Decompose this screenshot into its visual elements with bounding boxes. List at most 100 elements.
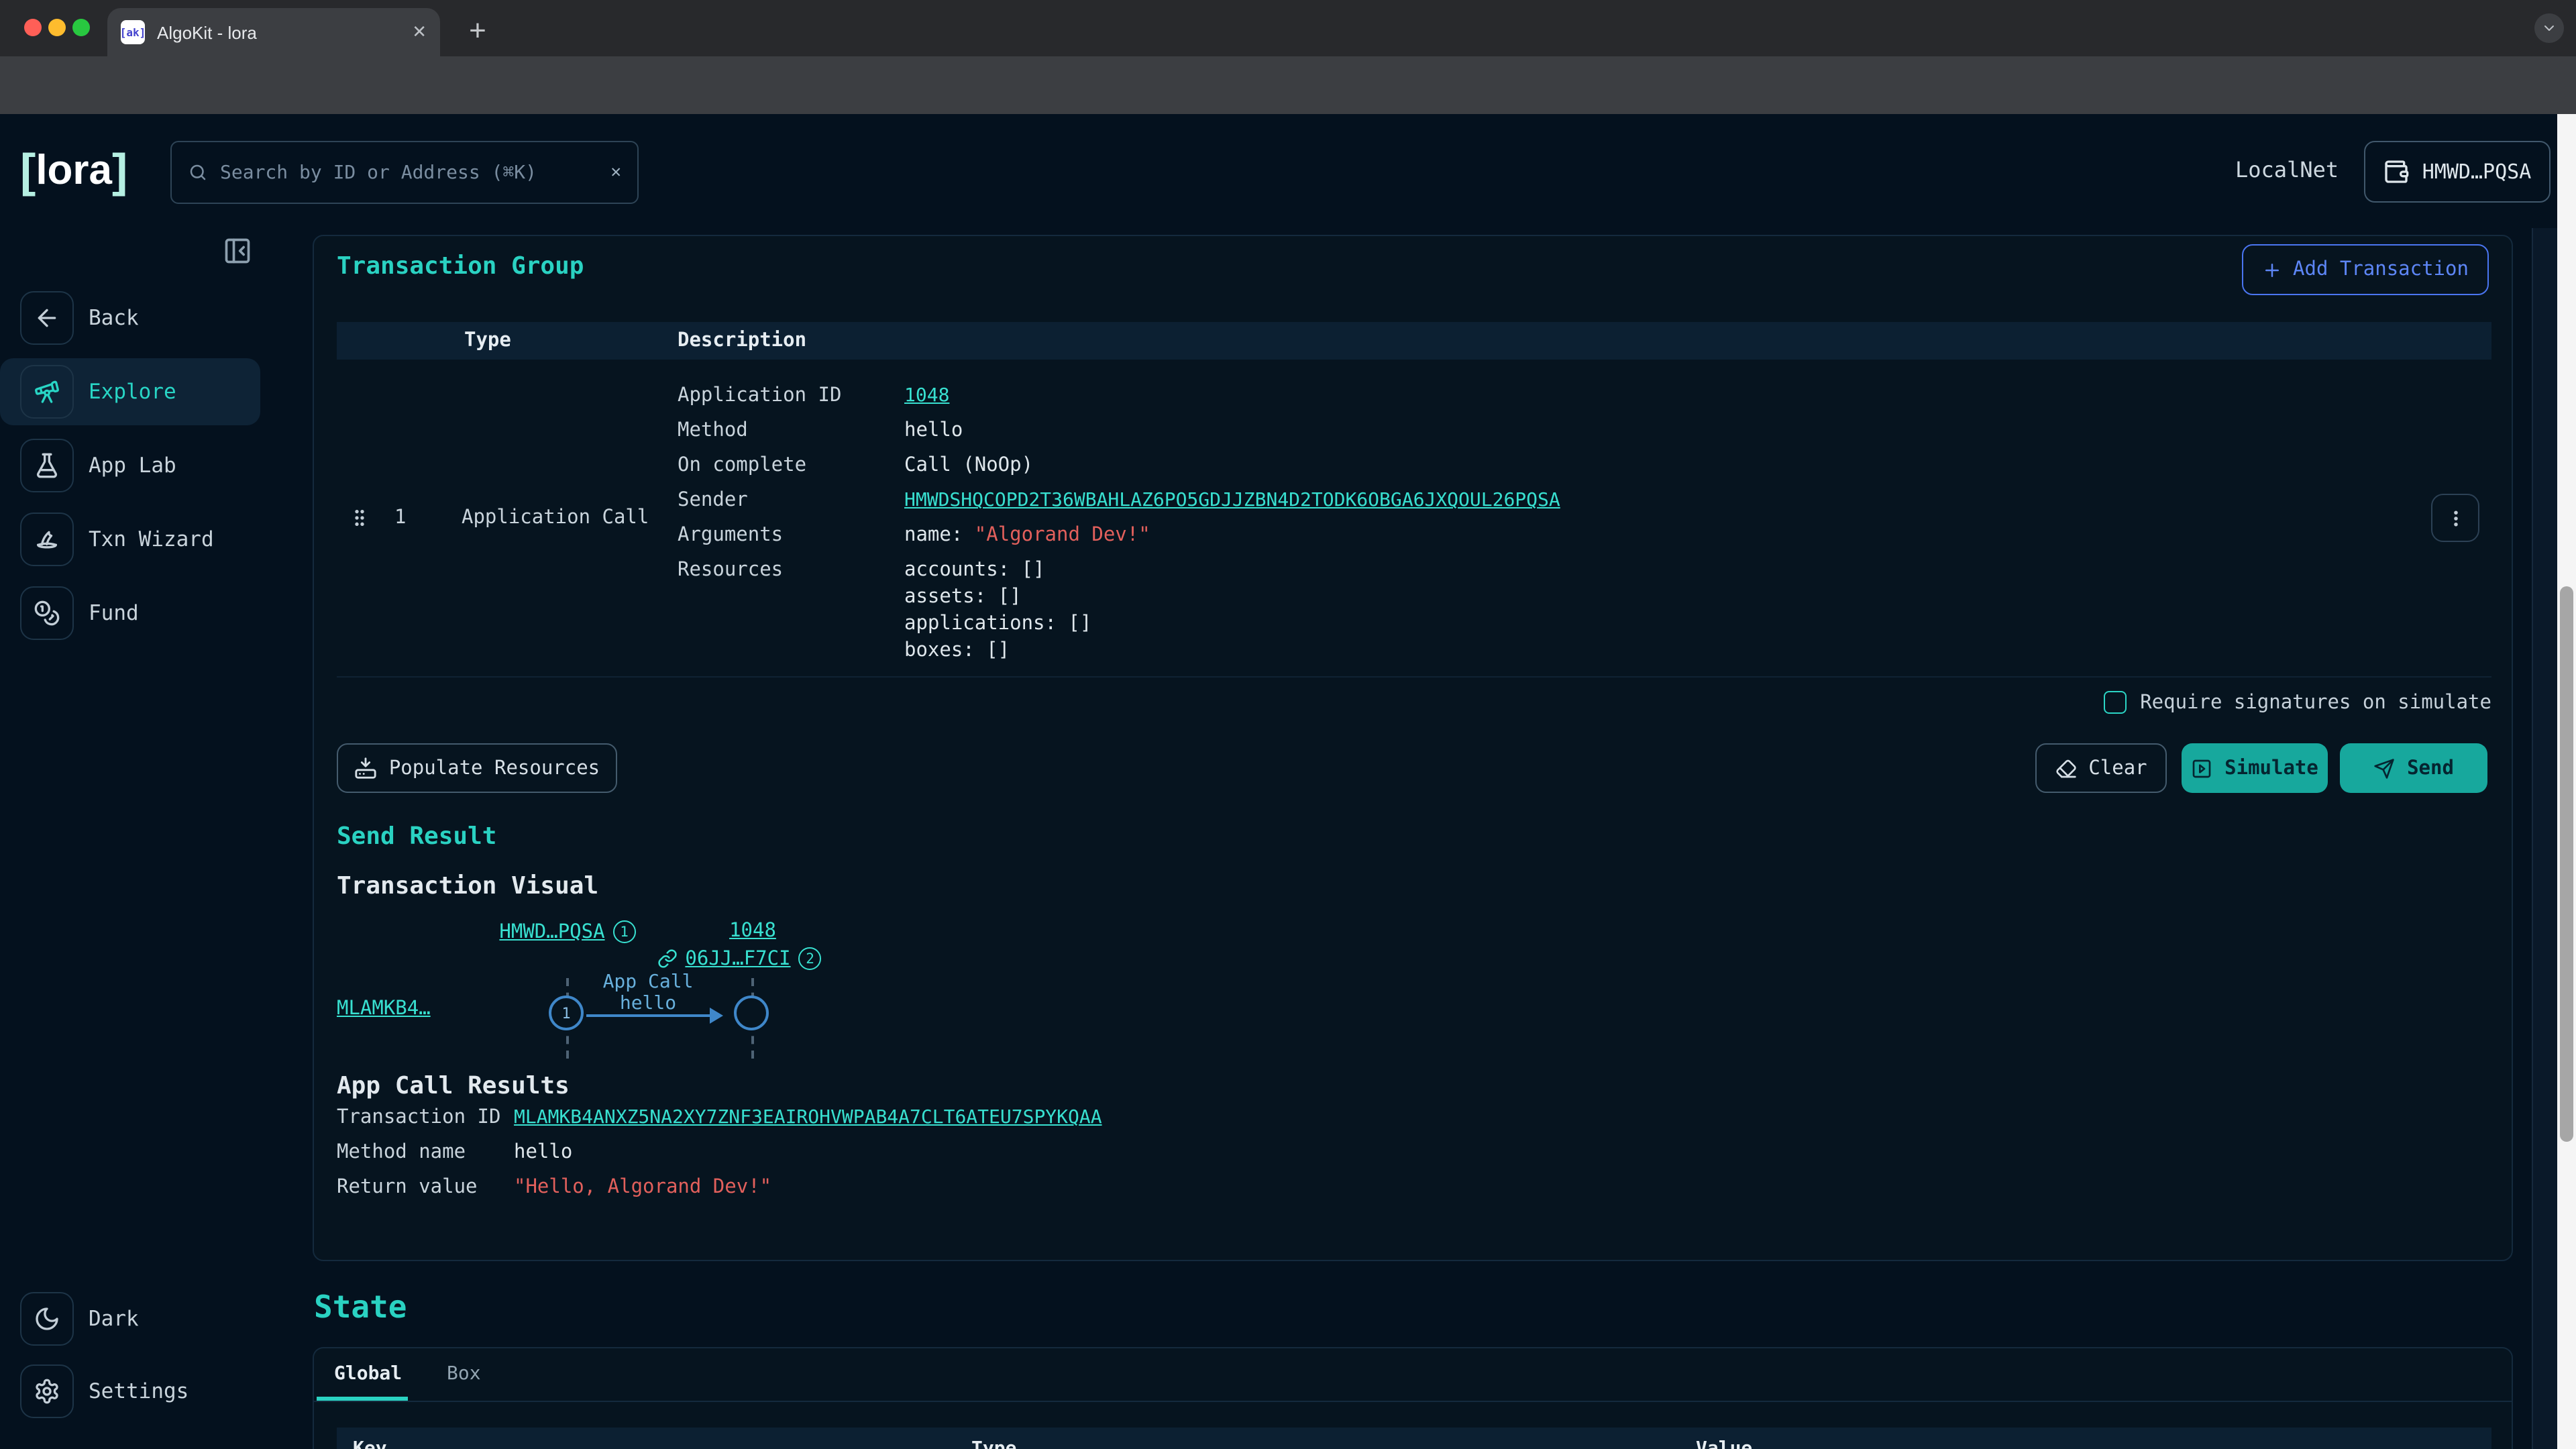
state-title: State: [314, 1291, 407, 1326]
return-value: "Hello, Algorand Dev!": [514, 1177, 771, 1198]
send-result-title: Send Result: [337, 822, 496, 851]
graph-edge-line: [586, 1014, 710, 1017]
row-type: Application Call: [462, 507, 649, 529]
browser-tab[interactable]: [ak] AlgoKit - lora ✕: [107, 8, 440, 56]
coins-icon: [34, 600, 60, 627]
sidebar-item-fund[interactable]: Fund: [0, 580, 260, 647]
search-input[interactable]: [220, 162, 598, 183]
field-value: hello: [904, 420, 963, 441]
app-scrollbar-gutter: [2532, 228, 2557, 1449]
account-link[interactable]: HMWD…PQSA: [499, 921, 604, 943]
wallet-button[interactable]: HMWD…PQSA: [2364, 141, 2551, 203]
require-signatures-label: Require signatures on simulate: [2140, 692, 2491, 713]
column-type: Type: [971, 1438, 1016, 1449]
group-badge: 2: [799, 947, 822, 970]
graph-node-from[interactable]: 1: [549, 996, 584, 1030]
edge-label-method: hello: [586, 993, 710, 1014]
sidebar-item-app-lab[interactable]: App Lab: [0, 432, 260, 499]
state-card: Global Box Key Type Value: [313, 1347, 2513, 1449]
send-button[interactable]: Send: [2340, 743, 2487, 793]
tab-close-icon[interactable]: ✕: [412, 21, 427, 43]
row-menu-button[interactable]: [2431, 494, 2479, 542]
populate-resources-label: Populate Resources: [389, 757, 600, 779]
graph-node-to[interactable]: [734, 996, 769, 1030]
column-type: Type: [464, 322, 511, 360]
moon-icon: [34, 1305, 60, 1332]
tab-box[interactable]: Box: [447, 1363, 481, 1385]
graph-arrowhead: [710, 1008, 723, 1024]
wizard-hat-icon: [34, 526, 60, 553]
argument-value: "Algorand Dev!": [975, 525, 1150, 546]
sidebar-item-settings[interactable]: Settings: [0, 1358, 260, 1425]
app-call-results-title: App Call Results: [337, 1072, 570, 1100]
wallet-address: HMWD…PQSA: [2422, 160, 2532, 184]
square-play-icon: [2191, 757, 2212, 779]
browser-tab-strip: [ak] AlgoKit - lora ✕ +: [0, 0, 2576, 56]
sidebar-item-theme[interactable]: Dark: [0, 1285, 260, 1352]
description-row: assets: []: [678, 586, 1022, 608]
download-tray-icon: [354, 757, 377, 780]
field-label: Application ID: [678, 385, 904, 407]
field-value: applications: []: [904, 613, 1091, 635]
transaction-id-link[interactable]: MLAMKB4ANXZ5NA2XY7ZNF3EAIROHVWPAB4A7CLT6…: [514, 1107, 1102, 1128]
sidebar-item-label: Explore: [89, 358, 176, 425]
argument-name: name:: [904, 525, 975, 546]
plus-icon: [2262, 260, 2282, 280]
populate-resources-button[interactable]: Populate Resources: [337, 743, 617, 793]
field-value: accounts: []: [904, 559, 1045, 581]
search-clear-icon[interactable]: ✕: [610, 162, 621, 182]
application-id-link[interactable]: 1048: [904, 385, 949, 407]
network-label[interactable]: LocalNet: [2235, 157, 2339, 182]
browser-scrollbar-thumb[interactable]: [2560, 586, 2573, 1142]
description-row: Argumentsname: "Algorand Dev!": [678, 525, 1150, 546]
wallet-icon: [2383, 158, 2410, 185]
add-transaction-label: Add Transaction: [2293, 259, 2469, 280]
sidebar-item-label: Back: [89, 284, 139, 352]
sidebar-item-back[interactable]: Back: [0, 284, 260, 352]
window-minimize-button[interactable]: [48, 19, 65, 36]
sidebar-collapse-icon[interactable]: [223, 236, 252, 266]
flask-icon: [34, 452, 60, 479]
lora-logo[interactable]: [lora]: [20, 146, 127, 195]
simulate-button[interactable]: Simulate: [2182, 743, 2328, 793]
window-zoom-button[interactable]: [72, 19, 89, 36]
logo-text: lora: [36, 146, 112, 195]
gear-icon: [34, 1378, 60, 1405]
lora-app: [lora] ✕ LocalNet HMWD…PQSA Back Explore: [0, 114, 2557, 1449]
sidebar-item-explore[interactable]: Explore: [0, 358, 260, 425]
drag-handle-icon[interactable]: [349, 506, 370, 530]
require-signatures-checkbox[interactable]: [2104, 691, 2127, 714]
browser-toolbar: lora.algokit.io/localnet/application/104…: [0, 56, 2576, 114]
field-value: boxes: []: [904, 640, 1010, 661]
graph-edge-label: App Call hello: [586, 971, 710, 1014]
clear-button[interactable]: Clear: [2035, 743, 2167, 793]
transaction-group-title: Transaction Group: [337, 252, 584, 280]
result-label: Transaction ID: [337, 1107, 514, 1128]
tab-search-chevron-icon[interactable]: [2534, 13, 2564, 43]
group-link[interactable]: 06JJ…F7CI: [685, 948, 790, 969]
simulate-label: Simulate: [2224, 757, 2318, 779]
description-row: SenderHMWDSHQCOPD2T36WBAHLAZ6PO5GDJJZBN4…: [678, 490, 1560, 511]
transaction-row-link[interactable]: MLAMKB4…: [337, 998, 431, 1020]
result-label: Method name: [337, 1142, 514, 1163]
tab-global[interactable]: Global: [334, 1363, 402, 1385]
telescope-icon: [34, 378, 60, 405]
clear-label: Clear: [2088, 757, 2147, 779]
app-id-link[interactable]: 1048: [729, 920, 776, 942]
description-row: Application ID1048: [678, 385, 949, 407]
divider: [337, 676, 2491, 678]
description-row: applications: []: [678, 613, 1091, 635]
browser-scrollbar-track[interactable]: [2557, 114, 2576, 1449]
column-value: Value: [1696, 1438, 1752, 1449]
search-box[interactable]: ✕: [170, 141, 639, 204]
state-table-header: Key Type Value: [337, 1428, 2491, 1449]
app-call-results: Transaction IDMLAMKB4ANXZ5NA2XY7ZNF3EAIR…: [337, 1107, 1102, 1212]
add-transaction-button[interactable]: Add Transaction: [2242, 244, 2489, 295]
window-close-button[interactable]: [23, 19, 41, 36]
row-index: 1: [394, 507, 406, 529]
field-value: assets: []: [904, 586, 1022, 608]
new-tab-button[interactable]: +: [456, 9, 499, 52]
sender-address-link[interactable]: HMWDSHQCOPD2T36WBAHLAZ6PO5GDJJZBN4D2TODK…: [904, 490, 1560, 511]
sidebar-item-txn-wizard[interactable]: Txn Wizard: [0, 506, 260, 573]
arrow-left-icon: [34, 305, 60, 331]
